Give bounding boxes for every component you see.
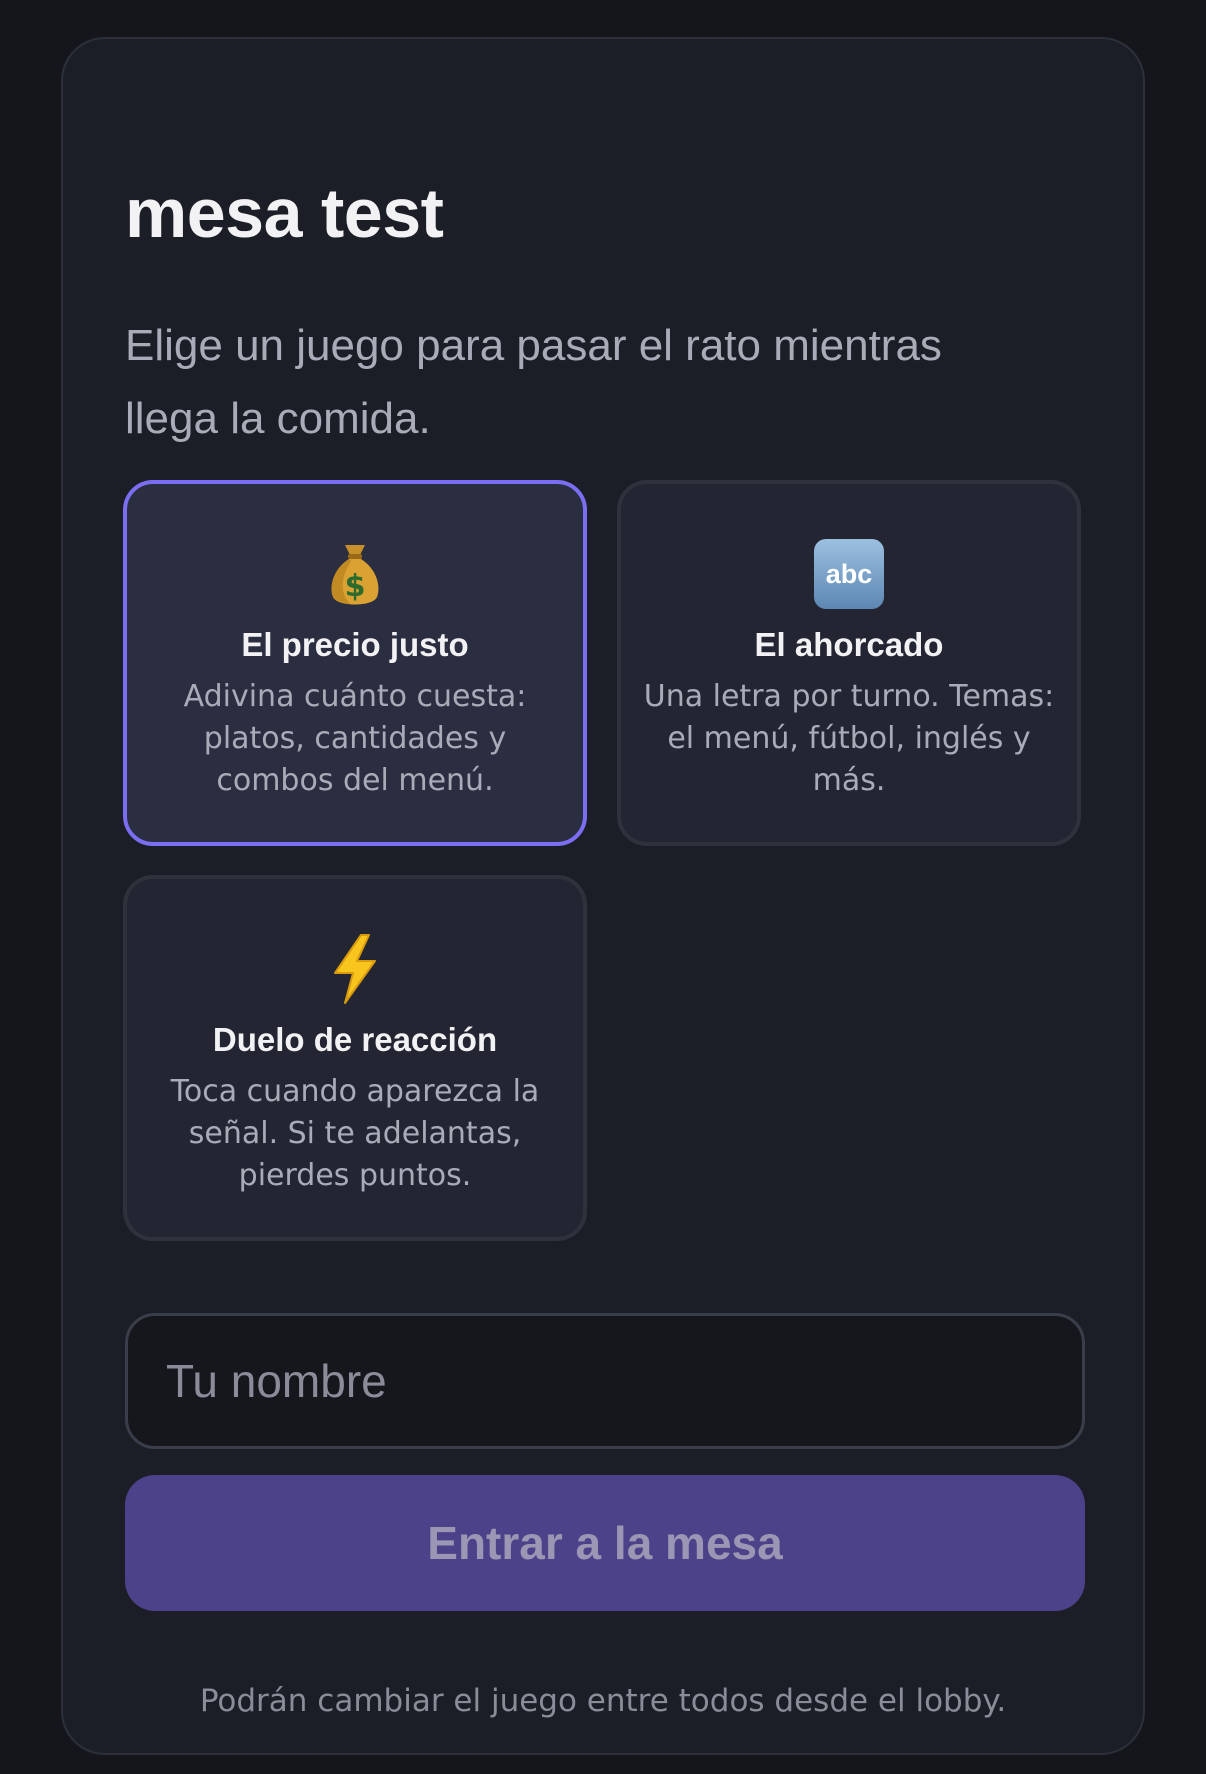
join-table-card: mesa test Elige un juego para pasar el r… <box>61 37 1145 1755</box>
lightning-icon <box>127 929 583 1009</box>
enter-table-button[interactable]: Entrar a la mesa <box>125 1475 1085 1611</box>
money-bag-icon: $ <box>127 534 583 614</box>
page-title: mesa test <box>125 174 444 252</box>
game-option-duelo-reaccion[interactable]: Duelo de reacción Toca cuando aparezca l… <box>123 875 587 1241</box>
game-description: Una letra por turno. Temas: el menú, fút… <box>643 679 1055 798</box>
svg-text:abc: abc <box>826 559 873 589</box>
game-option-precio-justo[interactable]: $ El precio justo Adivina cuánto cuesta:… <box>123 480 587 846</box>
abc-icon: abc <box>621 534 1077 614</box>
page-subtitle: Elige un juego para pasar el rato mientr… <box>125 321 942 443</box>
game-option-ahorcado[interactable]: abc El ahorcado Una letra por turno. Tem… <box>617 480 1081 846</box>
game-description: Adivina cuánto cuesta: platos, cantidade… <box>183 679 527 798</box>
lobby-footnote: Podrán cambiar el juego entre todos desd… <box>199 1683 1007 1719</box>
svg-text:$: $ <box>345 569 366 604</box>
game-description: Toca cuando aparezca la señal. Si te ade… <box>170 1074 540 1193</box>
game-name: Duelo de reacción <box>212 1021 498 1058</box>
game-name: El ahorcado <box>754 626 944 663</box>
game-name: El precio justo <box>241 626 469 663</box>
name-input[interactable] <box>125 1313 1085 1449</box>
